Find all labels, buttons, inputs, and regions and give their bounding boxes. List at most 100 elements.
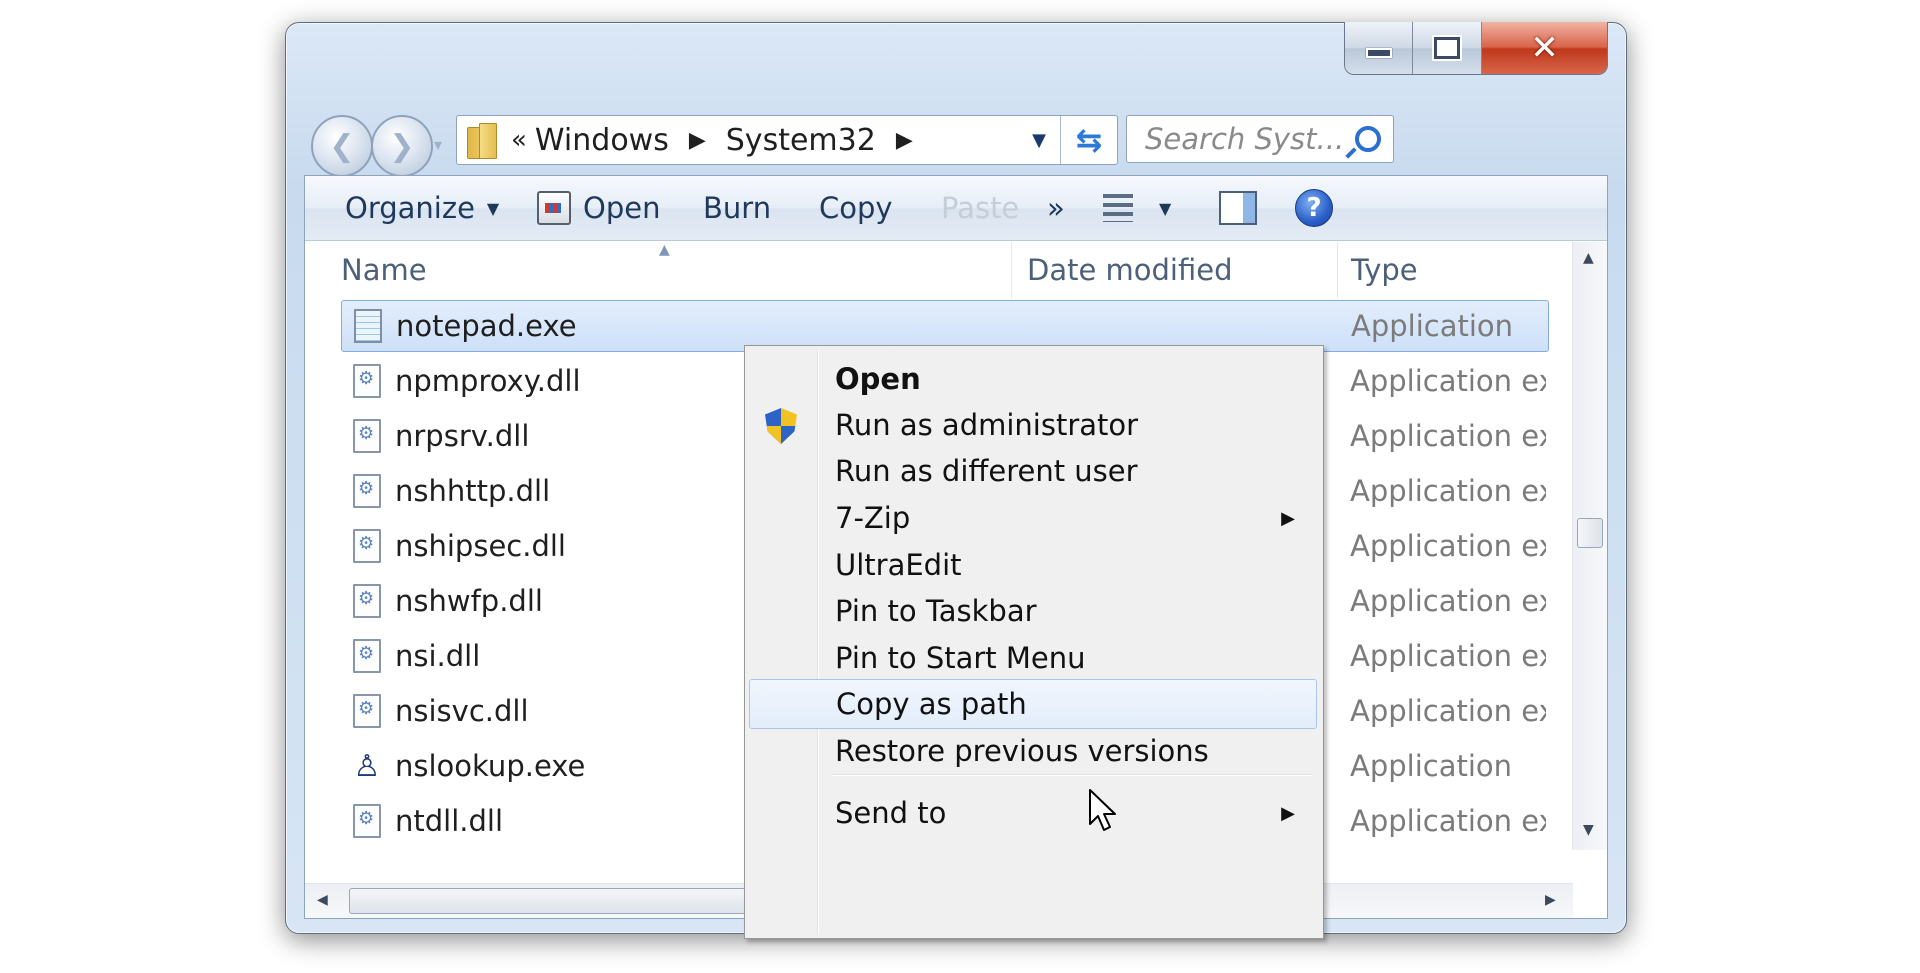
dll-file-icon	[353, 529, 381, 563]
file-name-cell: notepad.exe	[342, 309, 994, 343]
dll-file-icon	[353, 584, 381, 618]
organize-button[interactable]: Organize ▼	[345, 176, 499, 240]
recent-pages-dropdown[interactable]: ▾	[434, 135, 442, 154]
file-type: Application exte	[1350, 694, 1546, 728]
maximize-button[interactable]	[1413, 22, 1482, 74]
context-menu-label: Copy as path	[836, 687, 1027, 721]
scroll-right-icon[interactable]: ▶	[1545, 892, 1556, 908]
caption-buttons: ✕	[1344, 22, 1608, 75]
preview-pane-button[interactable]	[1219, 176, 1257, 240]
file-type: Application	[1350, 749, 1513, 783]
notepad-icon	[354, 309, 382, 343]
file-name: nrpsrv.dll	[395, 419, 530, 453]
menu-separator	[831, 774, 1313, 775]
open-button[interactable]: Open	[537, 176, 660, 240]
file-type: Application exte	[1350, 584, 1546, 618]
scroll-down-icon[interactable]: ▼	[1583, 822, 1594, 838]
forward-button[interactable]: ❯	[371, 115, 433, 177]
scroll-up-icon[interactable]: ▲	[1583, 250, 1594, 266]
context-menu-item-send-to[interactable]: Send to ▶	[749, 788, 1317, 838]
back-button[interactable]: ❮	[311, 115, 373, 177]
sort-ascending-icon: ▲	[659, 242, 670, 258]
context-menu-item-open[interactable]: Open	[749, 354, 1317, 404]
minimize-icon	[1365, 48, 1392, 58]
command-bar: Organize ▼ Open Burn Copy Paste » ▼ ?	[305, 176, 1607, 241]
close-icon: ✕	[1530, 28, 1559, 68]
maximize-icon	[1434, 37, 1461, 59]
file-name: nsisvc.dll	[395, 694, 529, 728]
scroll-left-icon[interactable]: ◀	[317, 892, 328, 908]
change-view-button[interactable]: ▼	[1103, 176, 1171, 240]
context-menu-label: Run as administrator	[835, 408, 1139, 442]
context-menu-item-restore-previous-versions[interactable]: Restore previous versions	[749, 726, 1317, 776]
file-type: Application exte	[1350, 529, 1546, 563]
context-menu-label: Pin to Taskbar	[835, 594, 1037, 628]
context-menu-item-7-zip[interactable]: 7-Zip ▶	[749, 493, 1317, 543]
submenu-arrow-icon: ▶	[1281, 802, 1295, 824]
folder-icon	[467, 123, 497, 159]
submenu-arrow-icon: ▶	[1281, 507, 1295, 529]
column-name-label: Name	[341, 253, 427, 287]
breadcrumb-overflow[interactable]: «	[511, 125, 527, 155]
file-type: Application exte	[1350, 474, 1546, 508]
chevron-down-icon: ▼	[1159, 198, 1172, 218]
network-app-icon: ♙	[353, 748, 381, 784]
context-menu-label: Send to	[835, 796, 947, 830]
context-menu-item-run-as-different-user[interactable]: Run as different user	[749, 446, 1317, 496]
help-icon: ?	[1295, 189, 1333, 227]
search-icon[interactable]	[1355, 126, 1381, 152]
address-bar[interactable]: « Windows ▶ System32 ▶ ▼ ⇆	[456, 115, 1118, 165]
file-name: nshhttp.dll	[395, 474, 551, 508]
search-input[interactable]: Search Syst...	[1126, 115, 1394, 163]
file-type: Application exte	[1350, 419, 1546, 453]
open-label: Open	[583, 191, 661, 225]
context-menu-item-copy-as-path[interactable]: Copy as path	[749, 679, 1317, 729]
context-menu-item-pin-to-taskbar[interactable]: Pin to Taskbar	[749, 586, 1317, 636]
copy-button[interactable]: Copy	[819, 176, 893, 240]
context-menu-label: UltraEdit	[835, 548, 962, 582]
minimize-button[interactable]	[1345, 22, 1414, 74]
burn-label: Burn	[703, 191, 772, 225]
chevron-down-icon: ▼	[486, 198, 500, 218]
file-name: nshipsec.dll	[395, 529, 566, 563]
context-menu-item-ultraedit[interactable]: UltraEdit	[749, 540, 1317, 590]
file-type: Application exte	[1350, 639, 1546, 673]
column-header-date-modified[interactable]: Date modified	[1027, 242, 1233, 298]
column-divider[interactable]	[1337, 242, 1338, 298]
close-button[interactable]: ✕	[1481, 22, 1607, 74]
vertical-scroll-thumb[interactable]	[1577, 518, 1603, 548]
dll-file-icon	[353, 694, 381, 728]
open-app-icon	[537, 191, 571, 225]
context-menu: Open Run as administrator Run as different…	[744, 345, 1324, 939]
column-divider[interactable]	[1011, 242, 1012, 298]
address-dropdown-icon[interactable]: ▼	[1019, 116, 1059, 164]
burn-button[interactable]: Burn	[703, 176, 771, 240]
file-name: notepad.exe	[396, 309, 577, 343]
vertical-scrollbar[interactable]: ▲ ▼	[1572, 242, 1607, 850]
copy-label: Copy	[819, 191, 893, 225]
dll-file-icon	[353, 474, 381, 508]
context-menu-label: Restore previous versions	[835, 734, 1209, 768]
column-header-type[interactable]: Type	[1351, 242, 1418, 298]
context-menu-label: Pin to Start Menu	[835, 641, 1086, 675]
column-date-label: Date modified	[1027, 253, 1233, 287]
more-commands-button[interactable]: »	[1047, 176, 1065, 240]
details-view-icon	[1103, 194, 1133, 222]
breadcrumb-chevron-icon[interactable]: ▶	[689, 128, 706, 153]
context-menu-item-pin-to-start-menu[interactable]: Pin to Start Menu	[749, 633, 1317, 683]
context-menu-label: Run as different user	[835, 454, 1138, 488]
dll-file-icon	[353, 419, 381, 453]
file-name: ntdll.dll	[395, 804, 504, 838]
paste-button: Paste	[941, 176, 1019, 240]
dll-file-icon	[353, 364, 381, 398]
breadcrumb-chevron-icon[interactable]: ▶	[896, 128, 913, 153]
breadcrumb-system32[interactable]: System32	[726, 123, 876, 158]
refresh-icon[interactable]: ⇆	[1060, 116, 1117, 164]
uac-shield-icon	[765, 408, 797, 444]
forward-arrow-icon: ❯	[389, 128, 415, 164]
breadcrumb-windows[interactable]: Windows	[535, 123, 669, 158]
help-button[interactable]: ?	[1295, 176, 1333, 240]
file-name: nsi.dll	[395, 639, 481, 673]
context-menu-item-run-as-administrator[interactable]: Run as administrator	[749, 400, 1317, 450]
column-header-name[interactable]: Name	[341, 242, 427, 298]
